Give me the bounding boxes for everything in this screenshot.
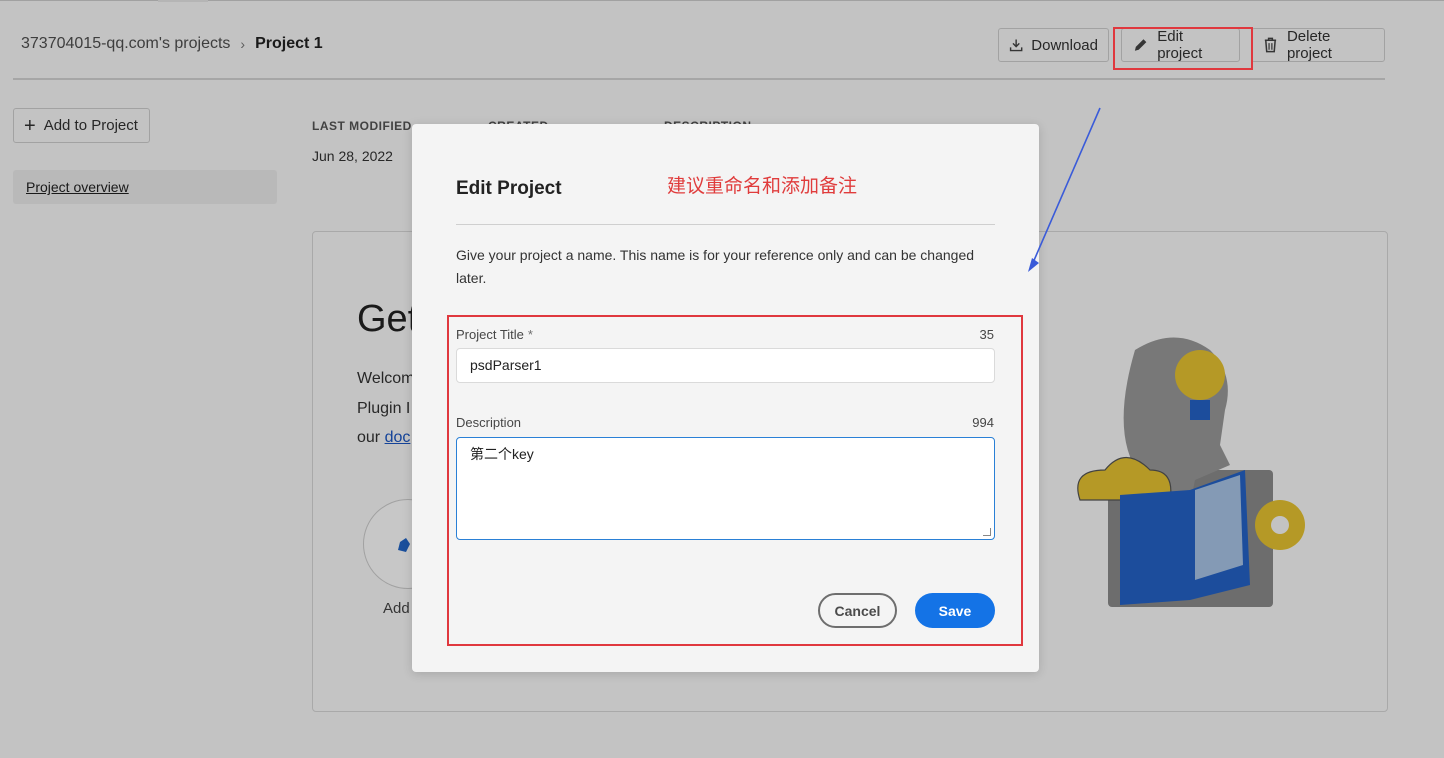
highlight-edit-button (1113, 27, 1253, 70)
highlight-form-fields (447, 315, 1023, 646)
dialog-divider (456, 224, 995, 225)
annotation-arrow (1028, 107, 1101, 272)
dialog-title: Edit Project (456, 178, 562, 199)
page-background: 373704015-qq.com's projects › Project 1 … (0, 0, 1444, 758)
annotation-note: 建议重命名和添加备注 (667, 175, 858, 197)
dialog-description: Give your project a name. This name is f… (456, 247, 975, 286)
